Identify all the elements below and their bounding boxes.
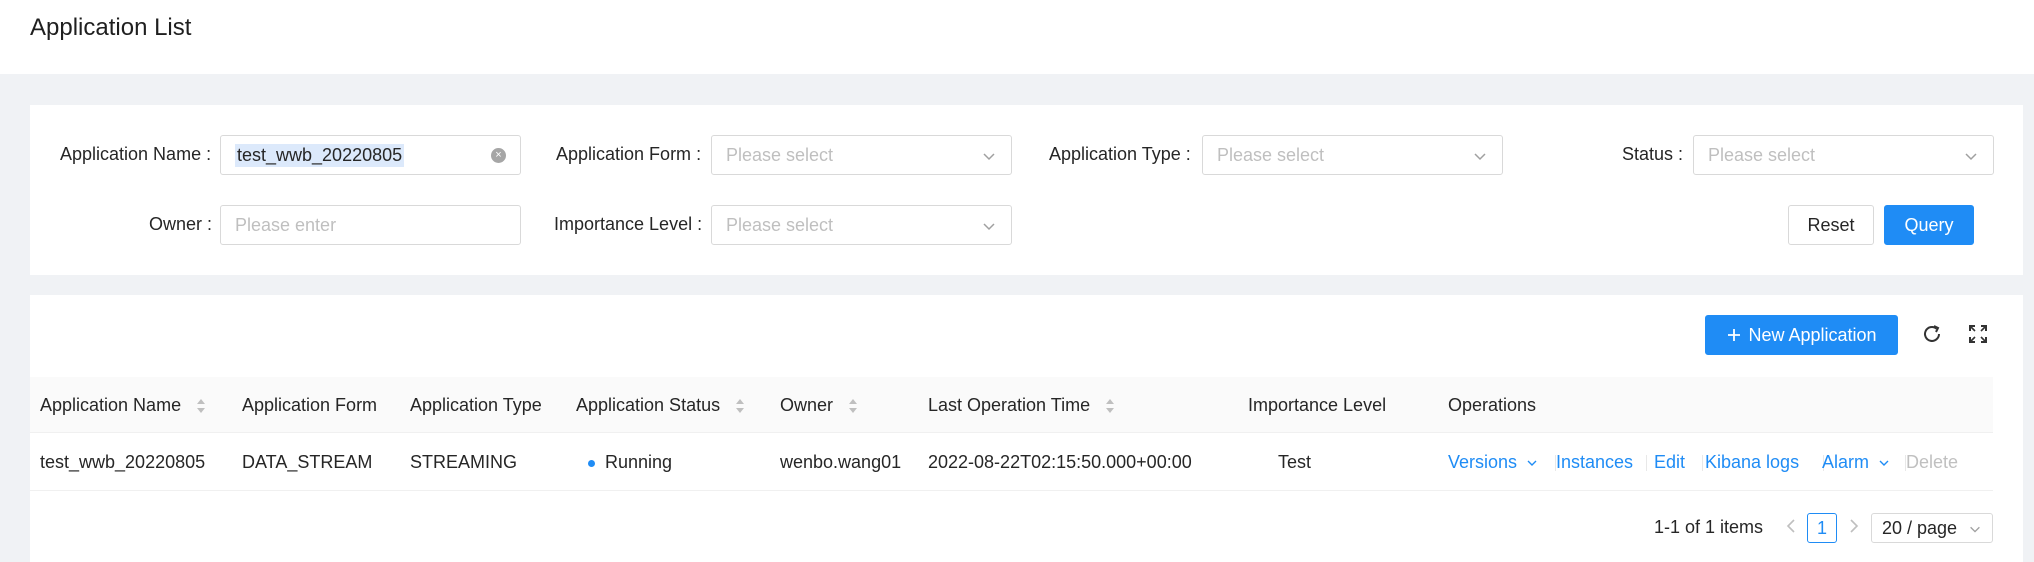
status-placeholder: Please select (1708, 144, 1816, 165)
chevron-down-icon (983, 153, 995, 161)
app-form-select[interactable]: Please select (711, 135, 1012, 175)
delete-link[interactable]: Delete (1906, 452, 1958, 473)
cell-last-op-time: 2022-08-22T02:15:50.000+00:00 (928, 452, 1192, 472)
app-type-label: Application Type : (1049, 144, 1191, 164)
cell-status: Running (588, 452, 673, 473)
status-select[interactable]: Please select (1693, 135, 1994, 175)
cell-owner: wenbo.wang01 (780, 452, 902, 472)
column-header[interactable]: Owner (780, 395, 858, 416)
cell-app-name: test_wwb_20220805 (40, 452, 206, 472)
versions-link[interactable]: Versions (1448, 452, 1538, 473)
table-row: test_wwb_20220805 DATA_STREAM STREAMING … (30, 433, 1993, 491)
owner-label: Owner : (149, 214, 213, 234)
chevron-down-icon (1965, 153, 1977, 161)
column-header[interactable]: Last Operation Time (928, 395, 1115, 416)
cell-app-type: STREAMING (410, 452, 518, 472)
divider (1702, 455, 1703, 471)
column-header: Importance Level (1248, 395, 1387, 415)
cell-importance: Test (1278, 452, 1312, 472)
chevron-down-icon (983, 223, 995, 231)
page-size-label: 20 / page (1882, 517, 1958, 538)
owner-placeholder: Please enter (235, 214, 337, 235)
column-header[interactable]: Application Name (40, 395, 206, 416)
page-header: Application List (0, 0, 2034, 74)
status-text: Running (605, 452, 673, 472)
table-header: Application Name Application Form Applic… (30, 377, 1993, 433)
reset-button[interactable]: Reset (1788, 205, 1874, 245)
alarm-link[interactable]: Alarm (1822, 452, 1890, 473)
chevron-left-icon[interactable] (1782, 516, 1802, 536)
chevron-down-icon (1527, 460, 1537, 467)
reload-icon[interactable] (1920, 322, 1944, 346)
column-header[interactable]: Application Status (576, 395, 745, 416)
importance-select[interactable]: Please select (711, 205, 1012, 245)
sort-icon[interactable] (196, 398, 206, 414)
sort-icon[interactable] (735, 398, 745, 414)
chevron-down-icon (1474, 153, 1486, 161)
app-form-label: Application Form : (556, 144, 702, 164)
importance-placeholder: Please select (726, 214, 834, 235)
page-number-current[interactable]: 1 (1807, 513, 1837, 543)
app-type-select[interactable]: Please select (1202, 135, 1503, 175)
owner-input[interactable]: Please enter (220, 205, 521, 245)
page-size-select[interactable]: 20 / page (1871, 513, 1993, 543)
sort-icon[interactable] (1105, 398, 1115, 414)
fullscreen-icon[interactable] (1966, 322, 1990, 346)
chevron-down-icon (1879, 460, 1889, 467)
instances-link[interactable]: Instances (1556, 452, 1633, 473)
plus-icon (1728, 329, 1741, 341)
importance-label: Importance Level : (554, 214, 703, 234)
column-header: Operations (1448, 395, 1537, 415)
chevron-down-icon (1970, 526, 1980, 533)
page-title: Application List (30, 14, 192, 41)
app-name-input[interactable]: test_wwb_20220805 × (220, 135, 521, 175)
cell-app-form: DATA_STREAM (242, 452, 373, 472)
app-type-placeholder: Please select (1217, 144, 1325, 165)
column-header: Application Form (242, 395, 378, 415)
new-application-label: New Application (1748, 324, 1877, 345)
column-header: Application Type (410, 395, 542, 415)
pagination-summary: 1-1 of 1 items (1654, 517, 1764, 537)
chevron-right-icon[interactable] (1843, 516, 1863, 536)
app-name-value: test_wwb_20220805 (235, 143, 405, 167)
sort-icon[interactable] (848, 398, 858, 414)
new-application-button[interactable]: New Application (1705, 315, 1898, 355)
status-label: Status : (1622, 144, 1684, 164)
edit-link[interactable]: Edit (1654, 452, 1685, 473)
clear-icon[interactable]: × (491, 148, 506, 163)
app-form-placeholder: Please select (726, 144, 834, 165)
divider (1646, 455, 1647, 471)
app-name-label: Application Name : (60, 144, 212, 164)
filter-panel (30, 105, 2023, 275)
query-button[interactable]: Query (1884, 205, 1974, 245)
kibana-logs-link[interactable]: Kibana logs (1705, 452, 1799, 473)
status-dot (588, 459, 595, 467)
